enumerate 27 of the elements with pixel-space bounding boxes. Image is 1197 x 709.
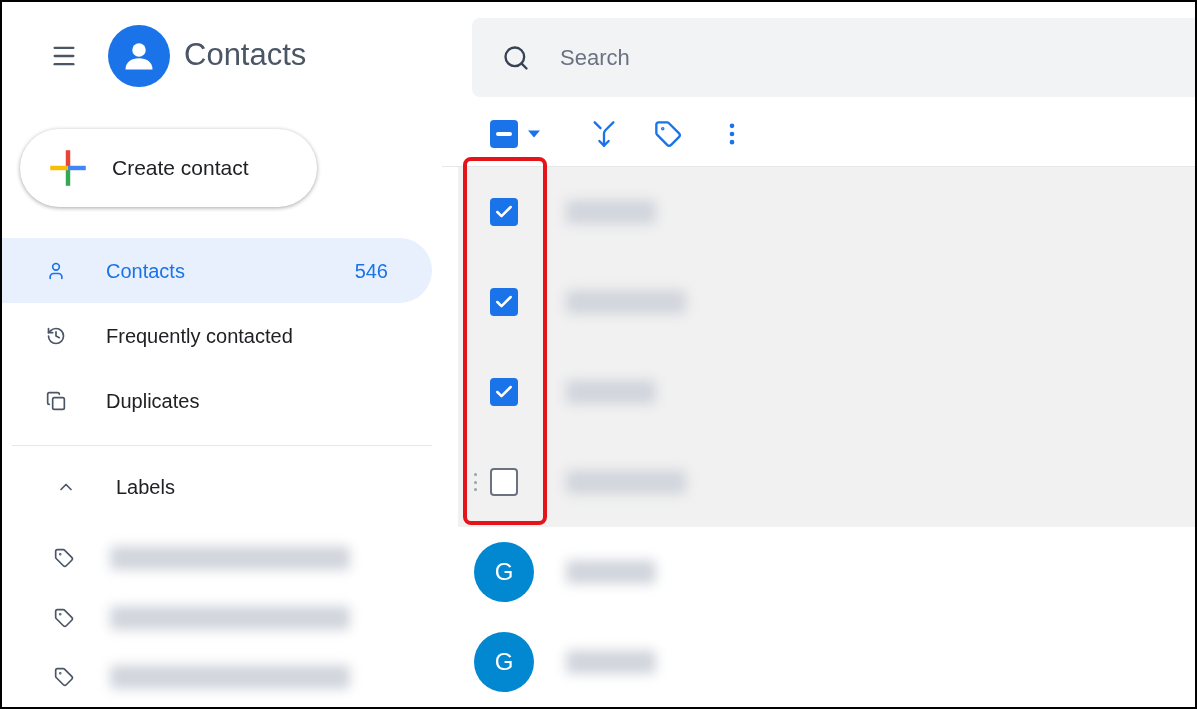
nav-item[interactable]: Frequently contacted <box>2 303 432 369</box>
checkbox[interactable] <box>490 288 518 316</box>
copy-icon <box>46 391 66 411</box>
nav-item[interactable]: Duplicates <box>2 368 432 434</box>
select-all-checkbox[interactable] <box>490 120 518 149</box>
nav-item[interactable]: Contacts 546 <box>2 238 432 304</box>
labels-header[interactable]: Labels <box>2 446 442 529</box>
create-contact-button[interactable]: Create contact <box>20 129 317 207</box>
contact-count: 546 <box>354 259 388 284</box>
label-icon[interactable] <box>654 120 682 149</box>
label-icon[interactable] <box>54 667 74 688</box>
label-icon[interactable] <box>54 548 74 569</box>
plus-icon <box>48 148 88 188</box>
dash-icon <box>496 132 512 137</box>
person-icon <box>46 261 66 281</box>
caret-icon[interactable] <box>528 130 540 139</box>
history-icon <box>46 326 66 346</box>
checkbox[interactable] <box>490 468 518 496</box>
checkbox[interactable] <box>490 198 518 226</box>
avatar: G <box>474 632 534 692</box>
search-field[interactable]: Search <box>560 41 960 74</box>
label-icon[interactable] <box>54 607 74 628</box>
drag-handle-icon[interactable] <box>474 473 477 491</box>
checkbox[interactable] <box>490 378 518 406</box>
app-title: Contacts <box>184 36 307 75</box>
search-icon[interactable] <box>502 43 530 72</box>
avatar: G <box>474 542 534 602</box>
